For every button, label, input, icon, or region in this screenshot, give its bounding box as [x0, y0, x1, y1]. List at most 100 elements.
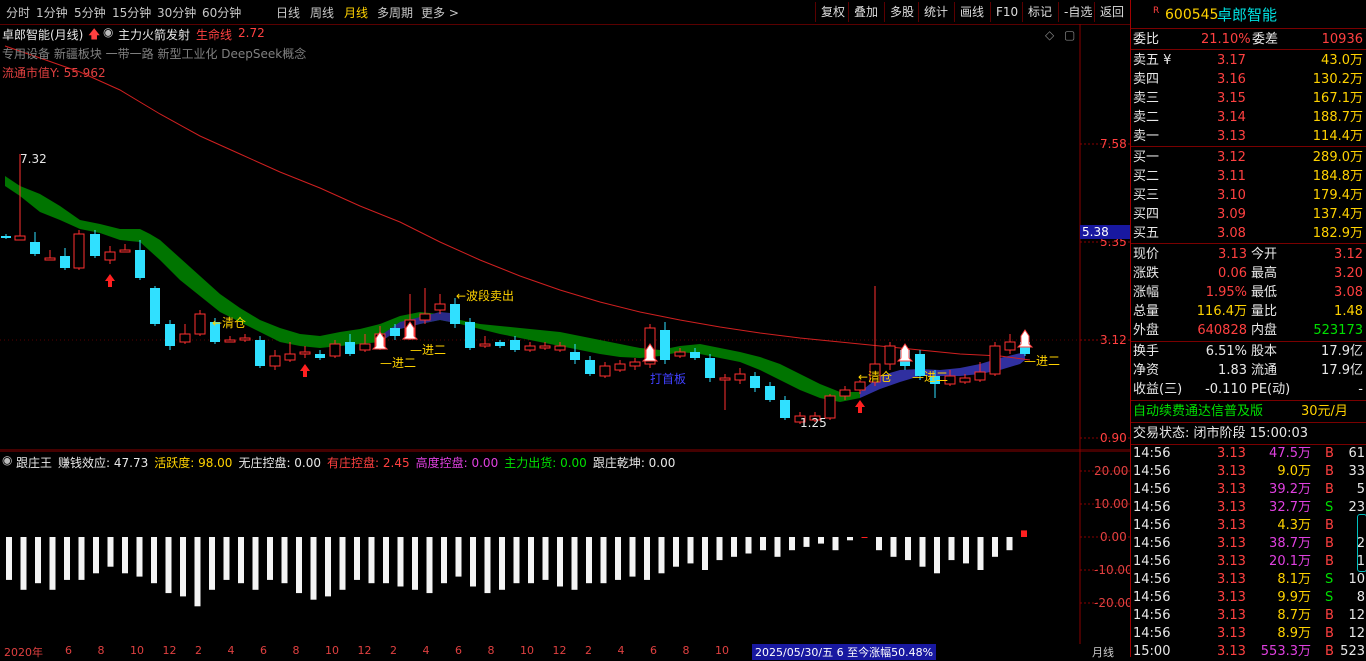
period-weekly[interactable]: 周线	[310, 4, 334, 21]
stat-label: 净资	[1133, 363, 1160, 378]
tick-volume: 47.5万	[1269, 446, 1311, 461]
period-daily[interactable]: 日线	[276, 4, 300, 21]
huaxian-button[interactable]: 画线	[954, 2, 989, 22]
period-multi[interactable]: 多周期	[377, 4, 413, 21]
bid-row[interactable]: 买四 3.09 137.4万	[1131, 205, 1366, 224]
candle-body	[224, 339, 236, 343]
ask-row[interactable]: 卖四 3.16 130.2万	[1131, 70, 1366, 89]
back-button[interactable]: 返回	[1094, 2, 1129, 22]
stat-label: 收益(三)	[1133, 382, 1183, 397]
zixuan-button[interactable]: -自选	[1058, 2, 1097, 22]
tick-price: 3.13	[1217, 518, 1246, 533]
stat-label: 流通	[1251, 363, 1278, 378]
buy-arrow-icon	[300, 364, 310, 377]
level-label: 卖二	[1133, 110, 1160, 125]
level-price: 3.11	[1217, 169, 1246, 184]
bid-row[interactable]: 买五 3.08 182.9万	[1131, 224, 1366, 243]
candle-body	[674, 351, 686, 357]
kline-chart[interactable]: 卓郎智能(月线) 🡅 ◉ 主力火箭发射 生命线 2.72 专用设备 新疆板块 一…	[0, 24, 1132, 451]
indicator-panel[interactable]: ◉ 跟庄王 赚钱效应: 47.73 活跃度: 98.00 无庄控盘: 0.00 有庄控…	[0, 451, 1133, 644]
tick-time: 14:56	[1133, 536, 1171, 551]
stat-label: 最低	[1251, 285, 1278, 300]
candle-body	[73, 233, 85, 269]
ask-row[interactable]: 卖三 3.15 167.1万	[1131, 89, 1366, 108]
indicator-canvas[interactable]	[0, 451, 1130, 644]
stat-label: 量比	[1251, 304, 1278, 319]
diamond-icon[interactable]: ◇	[1045, 28, 1054, 42]
stat-label: 总量	[1133, 304, 1160, 319]
webi-label: 委比	[1133, 32, 1160, 47]
ask-row[interactable]: 卖二 3.14 188.7万	[1131, 108, 1366, 127]
bid-row[interactable]: 买二 3.11 184.8万	[1131, 167, 1366, 186]
ad-text[interactable]: 自动续费通达信普及版	[1133, 402, 1263, 421]
stat-value: 17.9亿	[1321, 344, 1363, 359]
tick-time: 14:56	[1133, 482, 1171, 497]
fuquan-button[interactable]: 复权	[815, 2, 850, 22]
period-30min[interactable]: 30分钟	[157, 4, 196, 21]
indicator-item: 跟庄乾坤: 0.00	[592, 456, 676, 470]
duogu-button[interactable]: 多股	[884, 2, 919, 22]
axis-year: 2020年	[4, 646, 43, 659]
indicator-dot-icon-2[interactable]: ◉	[2, 453, 12, 467]
bid-book: 买一 3.12 289.0万 买二 3.11 184.8万 买三 3.10 179.4万 买四 3.…	[1131, 148, 1366, 243]
biaoji-button[interactable]: 标记	[1022, 2, 1057, 22]
quote-stats: 现价 3.13 今开 3.12 涨跌 0.06 最高 3.20 涨幅 1.95% 最低 3.08 总量 1…	[1131, 245, 1366, 340]
life-line-label: 生命线	[196, 28, 233, 42]
tick-count: 8	[1356, 590, 1365, 605]
stat-row: 净资 1.83 流通 17.9亿	[1131, 361, 1366, 380]
level-label: 卖四	[1133, 72, 1160, 87]
bid-row[interactable]: 买一 3.12 289.0万	[1131, 148, 1366, 167]
life-band-green	[5, 176, 860, 402]
axis-tick: 8	[97, 644, 105, 657]
tick-price: 3.13	[1217, 608, 1246, 623]
bid-row[interactable]: 买三 3.10 179.4万	[1131, 186, 1366, 205]
period-1min[interactable]: 1分钟	[36, 4, 68, 21]
indicator-bar	[513, 537, 520, 584]
tick-time: 14:56	[1133, 500, 1171, 515]
level-price: 3.09	[1217, 207, 1246, 222]
indicator-bar	[992, 537, 998, 557]
indicator-dot-icon[interactable]: ◉	[103, 25, 113, 39]
diejia-button[interactable]: 叠加	[848, 2, 883, 22]
period-60min[interactable]: 60分钟	[202, 4, 241, 21]
ask-row[interactable]: 卖一 3.13 114.4万	[1131, 127, 1366, 146]
tick-scrollbar[interactable]	[1357, 514, 1366, 572]
tick-direction: B	[1325, 626, 1334, 641]
level-label: 买二	[1133, 169, 1160, 184]
indicator-bar	[296, 537, 302, 594]
tick-direction: B	[1325, 446, 1334, 461]
stat-value: 1.48	[1334, 304, 1363, 319]
tick-row: 14:56 3.13 38.7万 B 2	[1131, 535, 1366, 553]
candle-body	[750, 376, 760, 388]
level-volume: 137.4万	[1312, 207, 1363, 222]
f10-button[interactable]: F10	[990, 2, 1023, 22]
ad-row[interactable]: 自动续费通达信普及版 30元/月	[1131, 402, 1366, 421]
period-more[interactable]: 更多 >	[421, 4, 459, 21]
indicator-bar	[6, 537, 12, 580]
level-label: 买五	[1133, 226, 1160, 241]
indicator-bar	[557, 537, 563, 587]
level-price: 3.14	[1217, 110, 1246, 125]
period-15min[interactable]: 15分钟	[112, 4, 151, 21]
tick-row: 14:56 3.13 20.1万 B 1	[1131, 553, 1366, 571]
tick-row: 14:56 3.13 9.9万 S 8	[1131, 589, 1366, 607]
buy-arrow-icon	[105, 274, 115, 287]
candle-body	[44, 257, 56, 261]
period-fenshi[interactable]: 分时	[6, 4, 30, 21]
stock-name: 卓郎智能	[1217, 6, 1278, 24]
stat-row: 外盘 640828 内盘 523173	[1131, 321, 1366, 340]
ad-price[interactable]: 30元/月	[1301, 402, 1348, 421]
indicator-bar	[716, 537, 723, 561]
level-volume: 130.2万	[1312, 72, 1363, 87]
ask-row[interactable]: 卖五 ¥ 3.17 43.0万	[1131, 51, 1366, 70]
period-monthly[interactable]: 月线	[344, 4, 368, 21]
indicator-bar	[905, 537, 911, 561]
candle-body	[30, 242, 40, 254]
tongji-button[interactable]: 统计	[918, 2, 953, 22]
indicator-bar	[774, 537, 781, 557]
kline-canvas[interactable]	[0, 24, 1130, 451]
level-price: 3.13	[1217, 129, 1246, 144]
expand-icon[interactable]: ▢	[1064, 28, 1075, 42]
period-5min[interactable]: 5分钟	[74, 4, 106, 21]
min-price-label: 1.25	[800, 416, 827, 430]
